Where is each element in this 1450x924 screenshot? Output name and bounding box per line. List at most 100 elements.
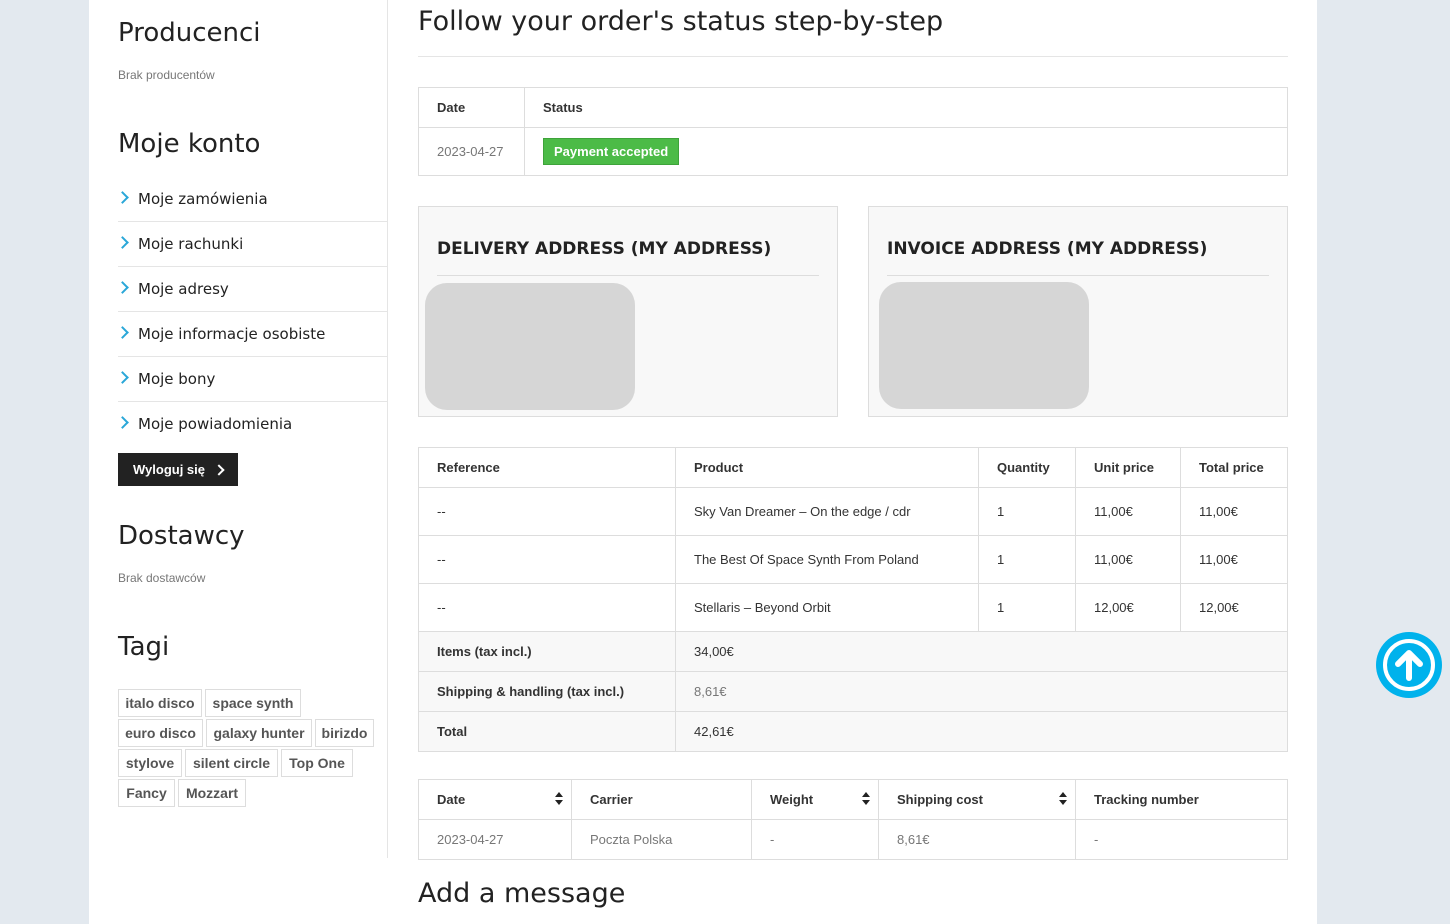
summary-value: 8,61€ (675, 671, 1288, 712)
col-tracking: Tracking number (1075, 779, 1288, 820)
account-item-addresses[interactable]: Moje adresy (116, 267, 387, 312)
shipping-tracking: - (1075, 819, 1288, 860)
account-item-label: Moje rachunki (138, 235, 244, 253)
chevron-right-icon (116, 236, 129, 249)
suppliers-title: Dostawcy (118, 521, 245, 551)
account-item-orders[interactable]: Moje zamówienia (116, 177, 387, 222)
tag-galaxy-hunter[interactable]: galaxy hunter (206, 719, 312, 747)
col-weight[interactable]: Weight (751, 779, 879, 820)
summary-label: Items (tax incl.) (418, 631, 676, 672)
tag-top-one[interactable]: Top One (281, 749, 353, 777)
tag-italo-disco[interactable]: italo disco (118, 689, 202, 717)
shipping-carrier: Poczta Polska (571, 819, 752, 860)
table-row: -- The Best Of Space Synth From Poland 1… (418, 535, 1288, 584)
logout-button[interactable]: Wyloguj się (118, 453, 238, 486)
summary-row-shipping: Shipping & handling (tax incl.) 8,61€ (418, 671, 1288, 712)
chevron-right-icon (213, 463, 225, 476)
status-cell: Payment accepted (524, 127, 1288, 176)
chevron-right-icon (116, 416, 129, 429)
col-quantity: Quantity (978, 447, 1076, 488)
status-date: 2023-04-27 (418, 127, 525, 176)
delivery-address-box: DELIVERY ADDRESS (MY ADDRESS) (418, 206, 838, 417)
add-message-title: Add a message (418, 878, 626, 909)
product-total-price: 12,00€ (1180, 583, 1288, 632)
table-header: Reference Product Quantity Unit price To… (418, 447, 1288, 488)
invoice-address-title: INVOICE ADDRESS (MY ADDRESS) (887, 239, 1269, 276)
account-item-invoices[interactable]: Moje rachunki (116, 222, 387, 267)
product-quantity: 1 (978, 487, 1076, 536)
col-date-label: Date (437, 792, 466, 807)
invoice-address-box: INVOICE ADDRESS (MY ADDRESS) (868, 206, 1288, 417)
product-unit-price: 11,00€ (1075, 535, 1181, 584)
chevron-right-icon (116, 371, 129, 384)
table-header: Date Status (418, 87, 1288, 128)
tag-stylove[interactable]: stylove (118, 749, 182, 777)
tag-silent-circle[interactable]: silent circle (185, 749, 278, 777)
chevron-right-icon (116, 281, 129, 294)
col-date: Date (418, 87, 525, 128)
product-reference: -- (418, 583, 676, 632)
delivery-address-title: DELIVERY ADDRESS (MY ADDRESS) (437, 239, 819, 276)
tag-euro-disco[interactable]: euro disco (118, 719, 203, 747)
order-products-table: Reference Product Quantity Unit price To… (418, 447, 1288, 752)
product-quantity: 1 (978, 583, 1076, 632)
scroll-to-top-button[interactable] (1376, 632, 1442, 698)
page-title: Follow your order's status step-by-step (418, 6, 944, 37)
summary-label: Shipping & handling (tax incl.) (418, 671, 676, 712)
account-item-notifications[interactable]: Moje powiadomienia (116, 402, 387, 446)
product-reference: -- (418, 535, 676, 584)
product-quantity: 1 (978, 535, 1076, 584)
product-total-price: 11,00€ (1180, 487, 1288, 536)
table-row: -- Stellaris – Beyond Orbit 1 12,00€ 12,… (418, 583, 1288, 632)
summary-row-total: Total 42,61€ (418, 711, 1288, 752)
tags-title: Tagi (118, 632, 170, 662)
col-status: Status (524, 87, 1288, 128)
shipping-table: Date Carrier Weight Shipping cost Tracki… (418, 779, 1288, 860)
account-item-label: Moje zamówienia (138, 190, 268, 208)
summary-value: 34,00€ (675, 631, 1288, 672)
producers-empty: Brak producentów (118, 68, 215, 82)
col-shipping-cost[interactable]: Shipping cost (878, 779, 1076, 820)
sort-icon (862, 792, 870, 806)
sort-icon (555, 792, 563, 806)
col-total-price: Total price (1180, 447, 1288, 488)
redacted-address-placeholder (879, 282, 1089, 409)
page: Producenci Brak producentów Moje konto M… (89, 0, 1317, 924)
tag-fancy[interactable]: Fancy (118, 779, 175, 807)
table-header: Date Carrier Weight Shipping cost Tracki… (418, 779, 1288, 820)
col-carrier: Carrier (571, 779, 752, 820)
account-item-label: Moje informacje osobiste (138, 325, 326, 343)
product-unit-price: 12,00€ (1075, 583, 1181, 632)
shipping-weight: - (751, 819, 879, 860)
account-menu: Moje zamówienia Moje rachunki Moje adres… (116, 177, 387, 446)
redacted-address-placeholder (425, 283, 635, 410)
product-name: Sky Van Dreamer – On the edge / cdr (675, 487, 979, 536)
shipping-cost: 8,61€ (878, 819, 1076, 860)
col-product: Product (675, 447, 979, 488)
product-name: Stellaris – Beyond Orbit (675, 583, 979, 632)
product-total-price: 11,00€ (1180, 535, 1288, 584)
tag-space-synth[interactable]: space synth (205, 689, 301, 717)
account-item-label: Moje bony (138, 370, 216, 388)
product-reference: -- (418, 487, 676, 536)
account-item-label: Moje adresy (138, 280, 229, 298)
tag-birizdo[interactable]: birizdo (315, 719, 374, 747)
col-date[interactable]: Date (418, 779, 572, 820)
summary-value: 42,61€ (675, 711, 1288, 752)
col-unit-price: Unit price (1075, 447, 1181, 488)
table-row: 2023-04-27 Poczta Polska - 8,61€ - (418, 819, 1288, 860)
chevron-right-icon (116, 191, 129, 204)
col-weight-label: Weight (770, 792, 814, 807)
sort-icon (1059, 792, 1067, 806)
account-title: Moje konto (118, 129, 261, 159)
summary-label: Total (418, 711, 676, 752)
table-row: 2023-04-27 Payment accepted (418, 127, 1288, 176)
divider (418, 56, 1288, 57)
account-item-vouchers[interactable]: Moje bony (116, 357, 387, 402)
account-item-personal-info[interactable]: Moje informacje osobiste (116, 312, 387, 357)
producers-title: Producenci (118, 18, 261, 48)
table-row: -- Sky Van Dreamer – On the edge / cdr 1… (418, 487, 1288, 536)
col-reference: Reference (418, 447, 676, 488)
summary-row-items: Items (tax incl.) 34,00€ (418, 631, 1288, 672)
tag-mozzart[interactable]: Mozzart (178, 779, 246, 807)
